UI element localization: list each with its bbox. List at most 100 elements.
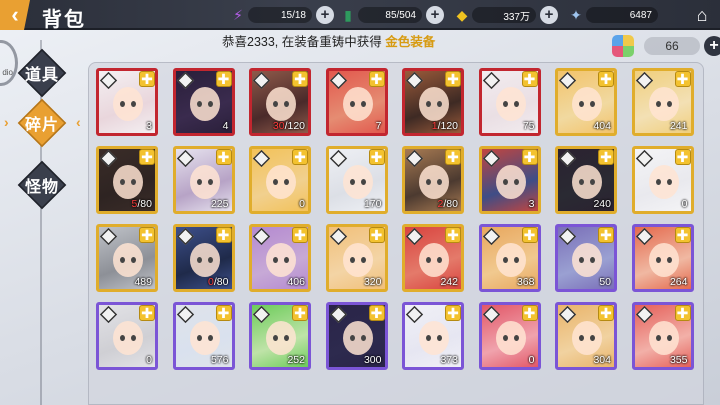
fragment-quantity: 50: [599, 276, 611, 288]
fragment-card[interactable]: ✚ 320: [325, 224, 388, 292]
puzzle-piece-icon: ✚: [674, 149, 691, 165]
fragment-card[interactable]: ✚ 373: [402, 302, 464, 370]
fragment-card[interactable]: ✚ 0: [96, 302, 158, 370]
lightning-icon: ⚡: [233, 6, 243, 23]
fragment-card[interactable]: ✚ 355: [631, 302, 694, 370]
puzzle-piece-icon: ✚: [674, 227, 691, 243]
chevron-left-icon: ‹: [11, 2, 19, 27]
fragment-quantity: 404: [593, 120, 611, 132]
fragment-card[interactable]: ✚ 368: [478, 224, 541, 292]
fragment-quantity: 0/80: [208, 276, 229, 288]
character-face: [113, 165, 143, 199]
fragment-quantity: 1/120: [431, 120, 458, 132]
fragment-card[interactable]: ✚ 4: [172, 68, 235, 136]
back-button[interactable]: ‹: [0, 0, 30, 30]
resource-gold: ◆ 337万 +: [452, 4, 558, 26]
character-face: [342, 87, 373, 121]
character-face: [266, 165, 296, 199]
fragment-quantity: 2/80: [437, 198, 458, 210]
fragment-quantity: 0: [528, 354, 535, 366]
character-face: [572, 243, 602, 277]
fragment-card[interactable]: ✚ 0/80: [172, 224, 235, 292]
fragment-quantity: 576: [210, 354, 229, 366]
character-face: [189, 243, 220, 277]
fragment-card[interactable]: ✚ 0: [631, 146, 694, 214]
puzzle-piece-icon: ✚: [598, 227, 614, 243]
fragment-card[interactable]: ✚ 406: [249, 224, 311, 292]
puzzle-piece-icon: ✚: [139, 71, 155, 87]
puzzle-icon: [612, 35, 634, 57]
character-face: [189, 87, 220, 121]
fragment-card[interactable]: ✚ 264: [631, 224, 694, 292]
fragment-card[interactable]: ✚ 7: [325, 68, 388, 136]
character-face: [113, 321, 143, 355]
character-face: [419, 321, 449, 355]
fragment-card[interactable]: ✚ 2/80: [402, 146, 464, 214]
fragment-quantity: 241: [669, 120, 688, 132]
tab-label: 碎片: [24, 117, 59, 134]
character-face: [419, 165, 449, 199]
battery-value: 85/504: [385, 9, 416, 21]
puzzle-piece-icon: ✚: [215, 149, 232, 165]
fragment-card[interactable]: ✚ 404: [555, 68, 617, 136]
fragment-card[interactable]: ✚ 3: [478, 146, 541, 214]
fragment-card[interactable]: ✚ 252: [249, 302, 311, 370]
fragment-card[interactable]: ✚ 240: [555, 146, 617, 214]
character-face: [495, 243, 526, 277]
fragment-card[interactable]: ✚ 242: [402, 224, 464, 292]
chevron-right-icon: ›: [4, 114, 9, 130]
puzzle-piece-icon: ✚: [674, 71, 691, 87]
energy-value: 15/18: [280, 9, 306, 21]
fragment-card[interactable]: ✚ 300: [325, 302, 388, 370]
fragment-quantity: 406: [287, 276, 305, 288]
fragment-quantity: 7: [375, 120, 382, 132]
puzzle-piece-icon: ✚: [521, 305, 538, 321]
fragment-card[interactable]: ✚ 225: [172, 146, 235, 214]
fragment-quantity: 242: [440, 276, 458, 288]
fragment-card[interactable]: ✚ 304: [555, 302, 617, 370]
fragment-card[interactable]: ✚ 3: [96, 68, 158, 136]
add-energy-button[interactable]: +: [316, 6, 334, 24]
puzzle-piece-icon: ✚: [445, 227, 461, 243]
character-face: [572, 87, 602, 121]
fragment-card[interactable]: ✚ 50: [555, 224, 617, 292]
character-face: [648, 165, 679, 199]
crystal-value: 6487: [629, 9, 652, 21]
puzzle-piece-icon: ✚: [445, 149, 461, 165]
fragment-card[interactable]: ✚ 0: [249, 146, 311, 214]
fragment-card[interactable]: ✚ 30/120: [249, 68, 311, 136]
character-face: [266, 321, 296, 355]
puzzle-piece-icon: ✚: [292, 149, 308, 165]
tab-fragments[interactable]: › 碎片 ‹: [4, 98, 81, 148]
home-button[interactable]: ⌂: [690, 3, 714, 27]
fragment-quantity: 300: [363, 354, 382, 366]
fragment-card[interactable]: ✚ 75: [478, 68, 541, 136]
add-fragment-button[interactable]: +: [704, 36, 720, 56]
fragment-card[interactable]: ✚ 0: [478, 302, 541, 370]
character-face: [495, 321, 526, 355]
puzzle-piece-icon: ✚: [598, 71, 614, 87]
puzzle-piece-icon: ✚: [521, 149, 538, 165]
character-face: [495, 87, 526, 121]
fragment-card[interactable]: ✚ 5/80: [96, 146, 158, 214]
fragment-count: 66: [644, 37, 700, 55]
fragment-card[interactable]: ✚ 1/120: [402, 68, 464, 136]
puzzle-piece-icon: ✚: [368, 149, 385, 165]
fragment-quantity: 252: [287, 354, 305, 366]
add-gold-button[interactable]: +: [540, 6, 558, 24]
gold-coin-icon: ◆: [456, 6, 468, 23]
puzzle-piece-icon: ✚: [292, 71, 308, 87]
fragment-card[interactable]: ✚ 170: [325, 146, 388, 214]
tab-items[interactable]: 道具: [10, 48, 74, 98]
puzzle-piece-icon: ✚: [139, 149, 155, 165]
fragment-card[interactable]: ✚ 489: [96, 224, 158, 292]
puzzle-piece-icon: ✚: [215, 71, 232, 87]
fragment-card[interactable]: ✚ 576: [172, 302, 235, 370]
character-face: [572, 321, 602, 355]
fragment-quantity: 373: [440, 354, 458, 366]
tab-monsters[interactable]: 怪物: [10, 160, 74, 210]
character-face: [648, 243, 679, 277]
home-icon: ⌂: [696, 4, 708, 25]
fragment-card[interactable]: ✚ 241: [631, 68, 694, 136]
add-battery-button[interactable]: +: [426, 6, 444, 24]
